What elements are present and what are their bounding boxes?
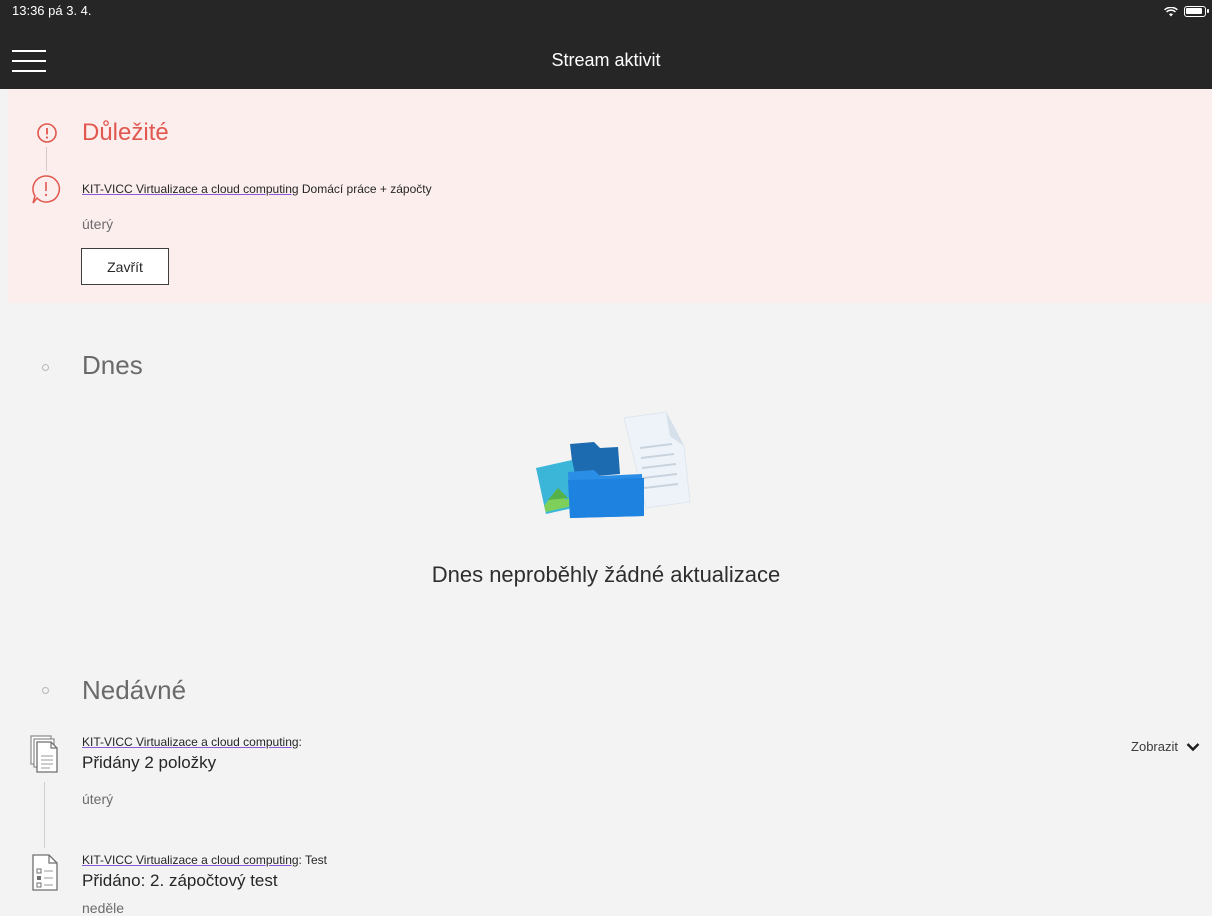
list-item-title[interactable]: Přidány 2 položky (82, 753, 216, 773)
wifi-icon (1164, 6, 1178, 16)
course-link[interactable]: KIT-VICC Virtualizace a cloud computing (82, 735, 299, 749)
timeline-line (44, 782, 45, 848)
important-item: KIT-VICC Virtualizace a cloud computing … (82, 182, 432, 196)
list-item-date: neděle (82, 900, 125, 916)
chevron-down-icon (1186, 742, 1200, 751)
list-item-header: KIT-VICC Virtualizace a cloud computing: (82, 735, 302, 749)
page-title: Stream aktivit (551, 50, 661, 70)
timeline-line (46, 147, 47, 171)
important-item-text: Domácí práce + zápočty (298, 182, 432, 196)
important-section: Důležité KIT-VICC Virtualizace a cloud c… (8, 89, 1212, 303)
show-label: Zobrazit (1131, 739, 1178, 754)
alert-bubble-icon (32, 175, 61, 204)
course-link[interactable]: KIT-VICC Virtualizace a cloud computing (82, 182, 299, 196)
timeline-dot (42, 687, 49, 694)
app-header: 13:36 pá 3. 4. Stream aktivit (0, 0, 1212, 89)
list-item-date: úterý (82, 791, 114, 807)
important-heading: Důležité (82, 119, 169, 146)
list-item-header: KIT-VICC Virtualizace a cloud computing:… (82, 853, 328, 867)
close-button[interactable]: Zavřít (81, 248, 169, 285)
important-date: úterý (82, 216, 114, 232)
section-title-today: Dnes (82, 350, 143, 380)
alert-circle-icon (37, 123, 57, 143)
list-item-title[interactable]: Přidáno: 2. zápočtový test (82, 871, 278, 891)
timeline-dot (42, 364, 49, 371)
show-more-toggle[interactable]: Zobrazit (1131, 739, 1200, 754)
course-link[interactable]: KIT-VICC Virtualizace a cloud computing (82, 853, 299, 867)
status-indicators (1164, 6, 1209, 17)
empty-message: Dnes neproběhly žádné aktualizace (431, 562, 781, 587)
empty-folder-illustration (536, 411, 691, 518)
documents-icon (30, 735, 58, 773)
section-title-recent: Nedávné (82, 675, 187, 705)
test-icon (32, 854, 58, 891)
status-time: 13:36 pá 3. 4. (12, 3, 92, 18)
battery-icon (1184, 6, 1209, 17)
